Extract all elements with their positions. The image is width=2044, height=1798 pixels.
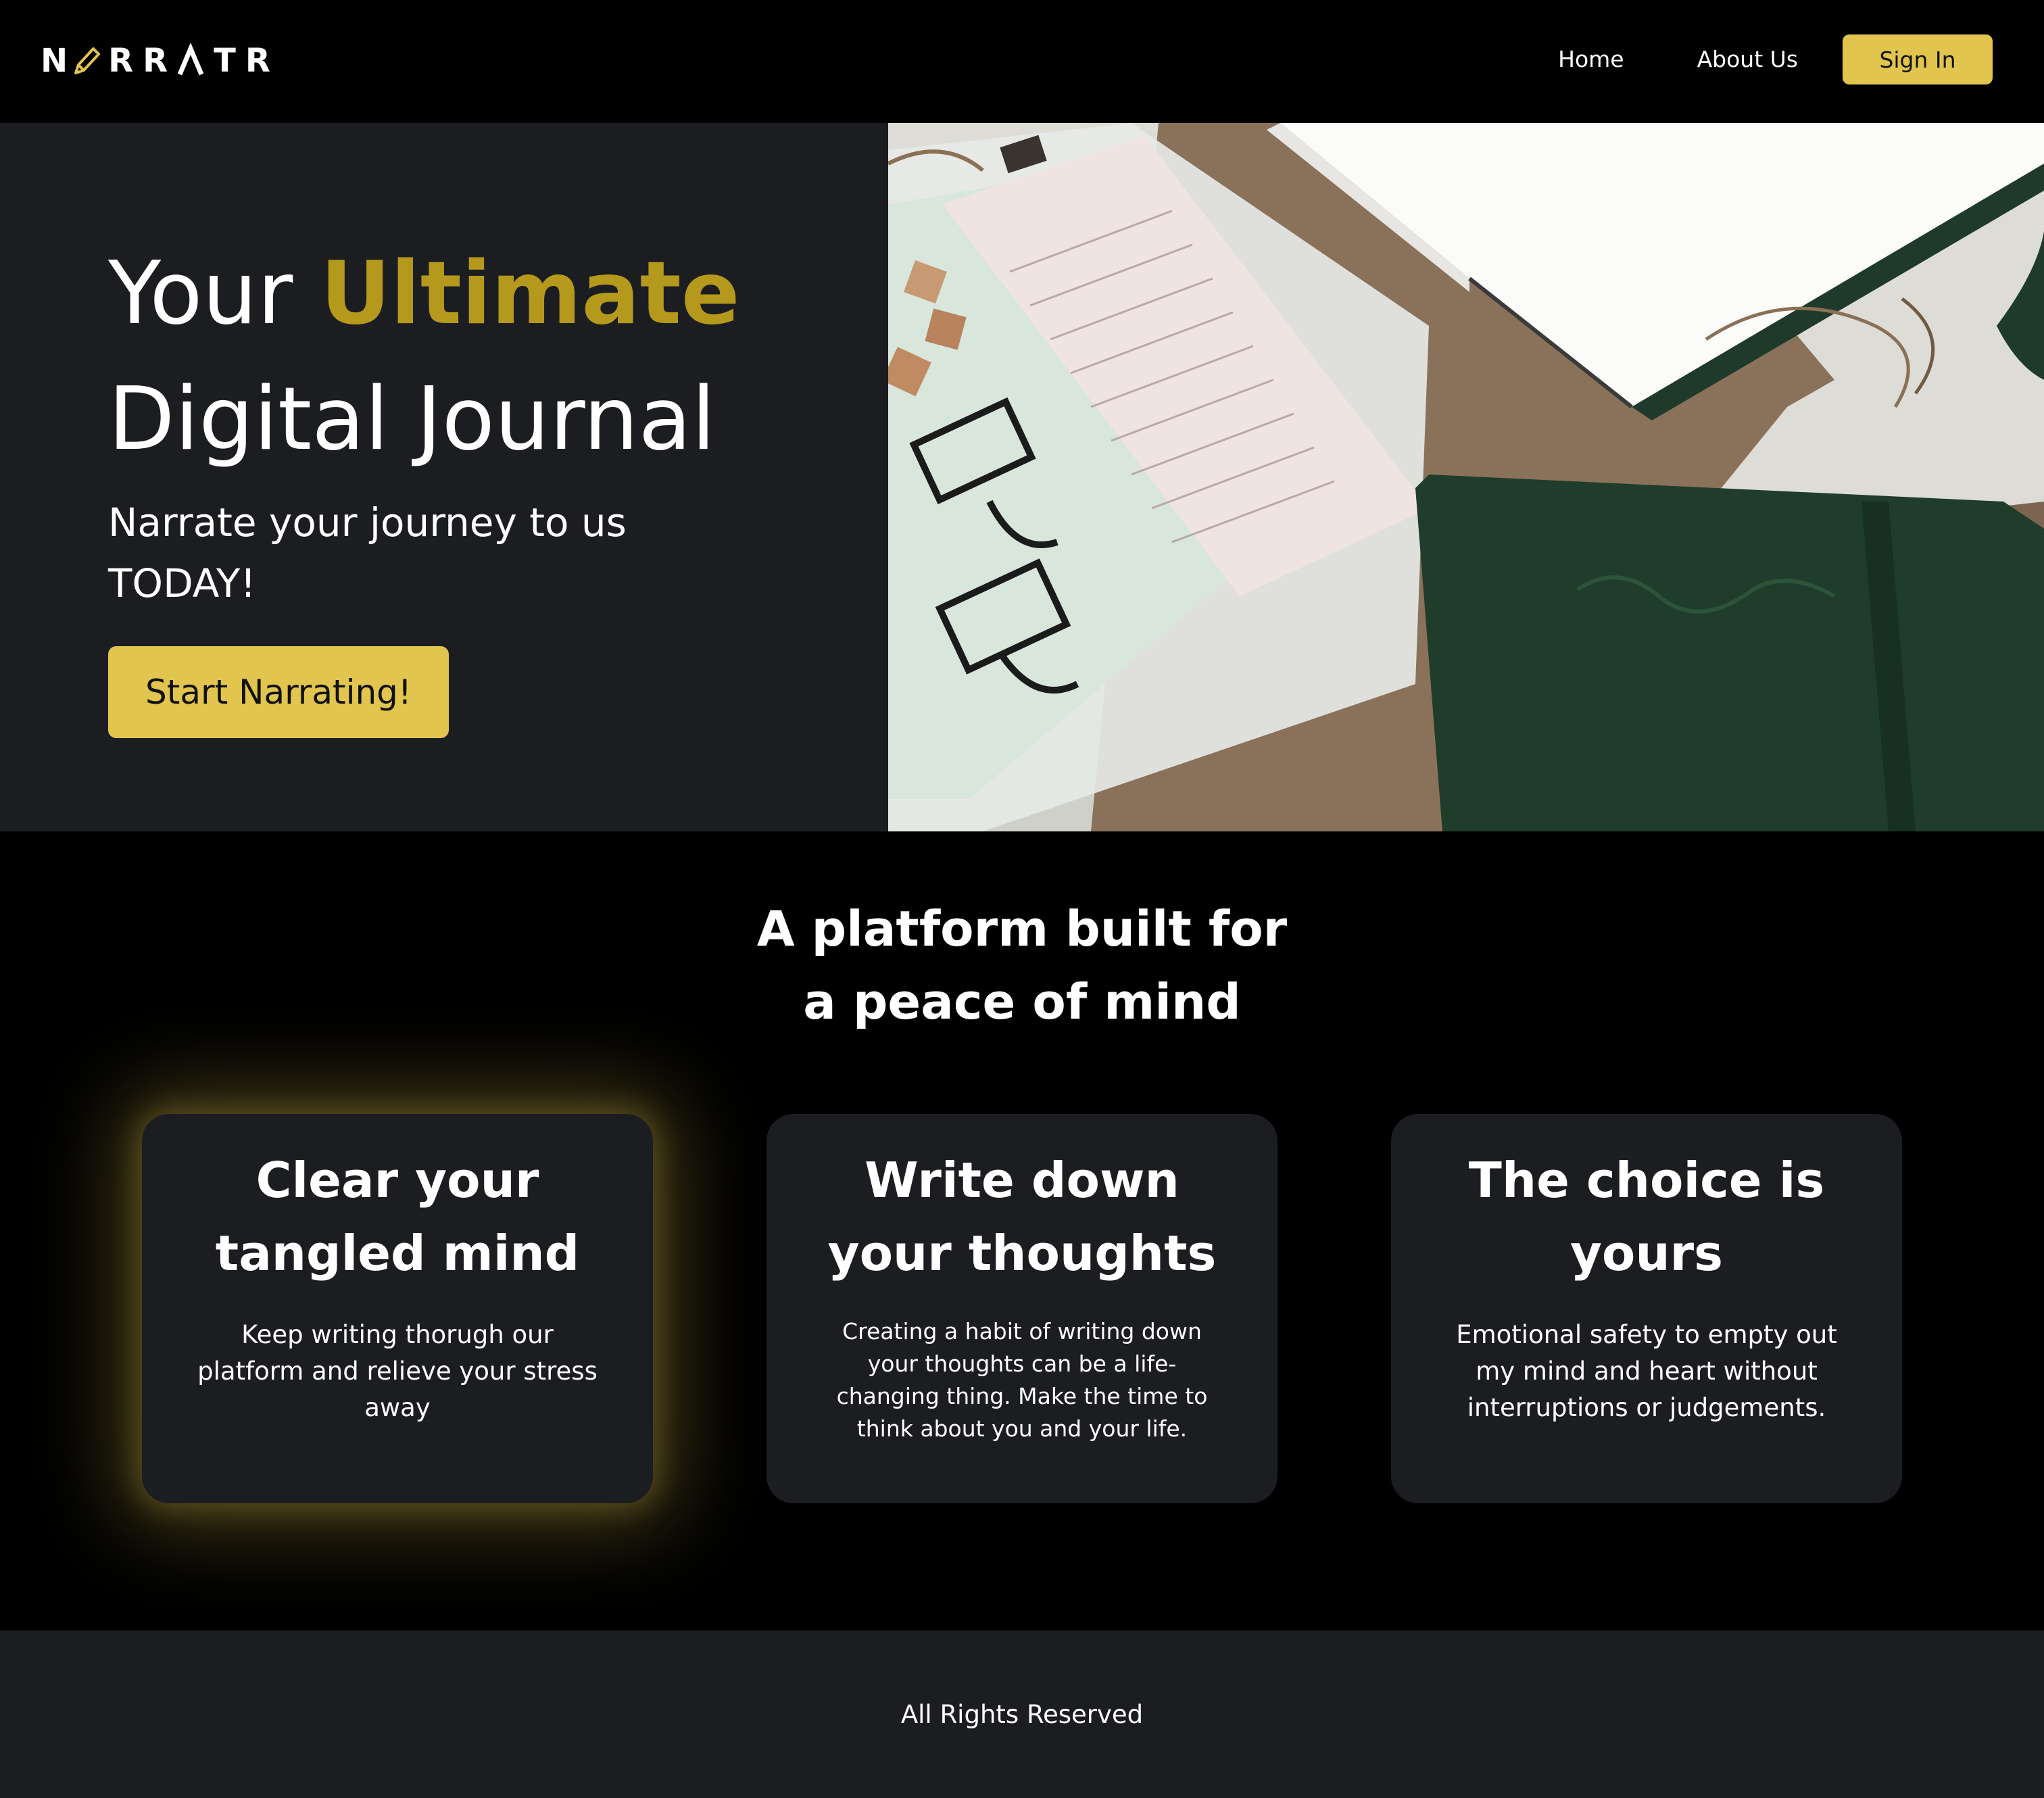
hero-title: Your Ultimate Digital Journal xyxy=(108,231,740,483)
nav-links: Home About Us Sign In xyxy=(1558,34,1993,85)
feature-card-title-line2: yours xyxy=(1570,1225,1724,1282)
sign-in-button[interactable]: Sign In xyxy=(1843,34,1993,84)
feature-card-title-line2: tangled mind xyxy=(215,1225,580,1282)
feature-card-title: Clear your tangled mind xyxy=(169,1144,626,1290)
features-section: A platform built for a peace of mind Cle… xyxy=(0,831,2044,1630)
top-navbar: N R R A T R Home About Us Sign In xyxy=(0,0,2044,123)
pencil-icon xyxy=(72,43,101,78)
feature-card-text: Keep writing thorugh our platform and re… xyxy=(197,1320,598,1422)
feature-card-text: Creating a habit of writing down your th… xyxy=(836,1318,1208,1442)
start-narrating-button[interactable]: Start Narrating! xyxy=(108,646,449,738)
features-title: A platform built for a peace of mind xyxy=(0,892,2044,1038)
journal-desk-photo xyxy=(888,123,2044,831)
logo-letter-r2: R xyxy=(143,42,168,80)
hero-title-accent: Ultimate xyxy=(320,243,740,344)
feature-card-choice-yours[interactable]: The choice is yours Emotional safety to … xyxy=(1391,1114,1902,1503)
feature-card-title-line2: your thoughts xyxy=(827,1225,1217,1282)
hero-title-word: Your xyxy=(108,243,293,344)
hero-title-line2: Digital Journal xyxy=(108,369,716,470)
feature-card-title-line1: The choice is xyxy=(1468,1152,1825,1209)
feature-card-text: Emotional safety to empty out my mind an… xyxy=(1456,1320,1837,1422)
logo-letter-t: T xyxy=(214,42,236,80)
footer: All Rights Reserved xyxy=(0,1630,2044,1798)
nav-link-home[interactable]: Home xyxy=(1558,34,1624,85)
feature-card-title-line1: Write down xyxy=(865,1152,1179,1209)
logo-lambda-a xyxy=(177,42,204,78)
feature-card-write-thoughts[interactable]: Write down your thoughts Creating a habi… xyxy=(766,1114,1278,1503)
feature-card-title: Write down your thoughts xyxy=(794,1144,1250,1290)
feature-card-title-line1: Clear your xyxy=(256,1152,539,1209)
hero-section: Your Ultimate Digital Journal Narrate yo… xyxy=(0,123,2044,831)
footer-copyright: All Rights Reserved xyxy=(900,1700,1144,1729)
feature-card-clear-mind[interactable]: Clear your tangled mind Keep writing tho… xyxy=(142,1114,653,1503)
feature-card-title: The choice is yours xyxy=(1418,1144,1875,1290)
features-title-line2: a peace of mind xyxy=(803,973,1241,1030)
logo-letter-n: N xyxy=(41,42,68,80)
nav-link-about[interactable]: About Us xyxy=(1697,34,1798,85)
logo-letter-r3: R xyxy=(245,42,270,80)
logo-letter-r1: R xyxy=(108,42,134,80)
narratr-logo[interactable]: N R R A T R xyxy=(41,42,270,80)
hero-subtitle: Narrate your journey to us TODAY! xyxy=(108,500,627,606)
hero-text-panel: Your Ultimate Digital Journal Narrate yo… xyxy=(0,123,888,831)
features-title-line1: A platform built for xyxy=(756,900,1288,957)
